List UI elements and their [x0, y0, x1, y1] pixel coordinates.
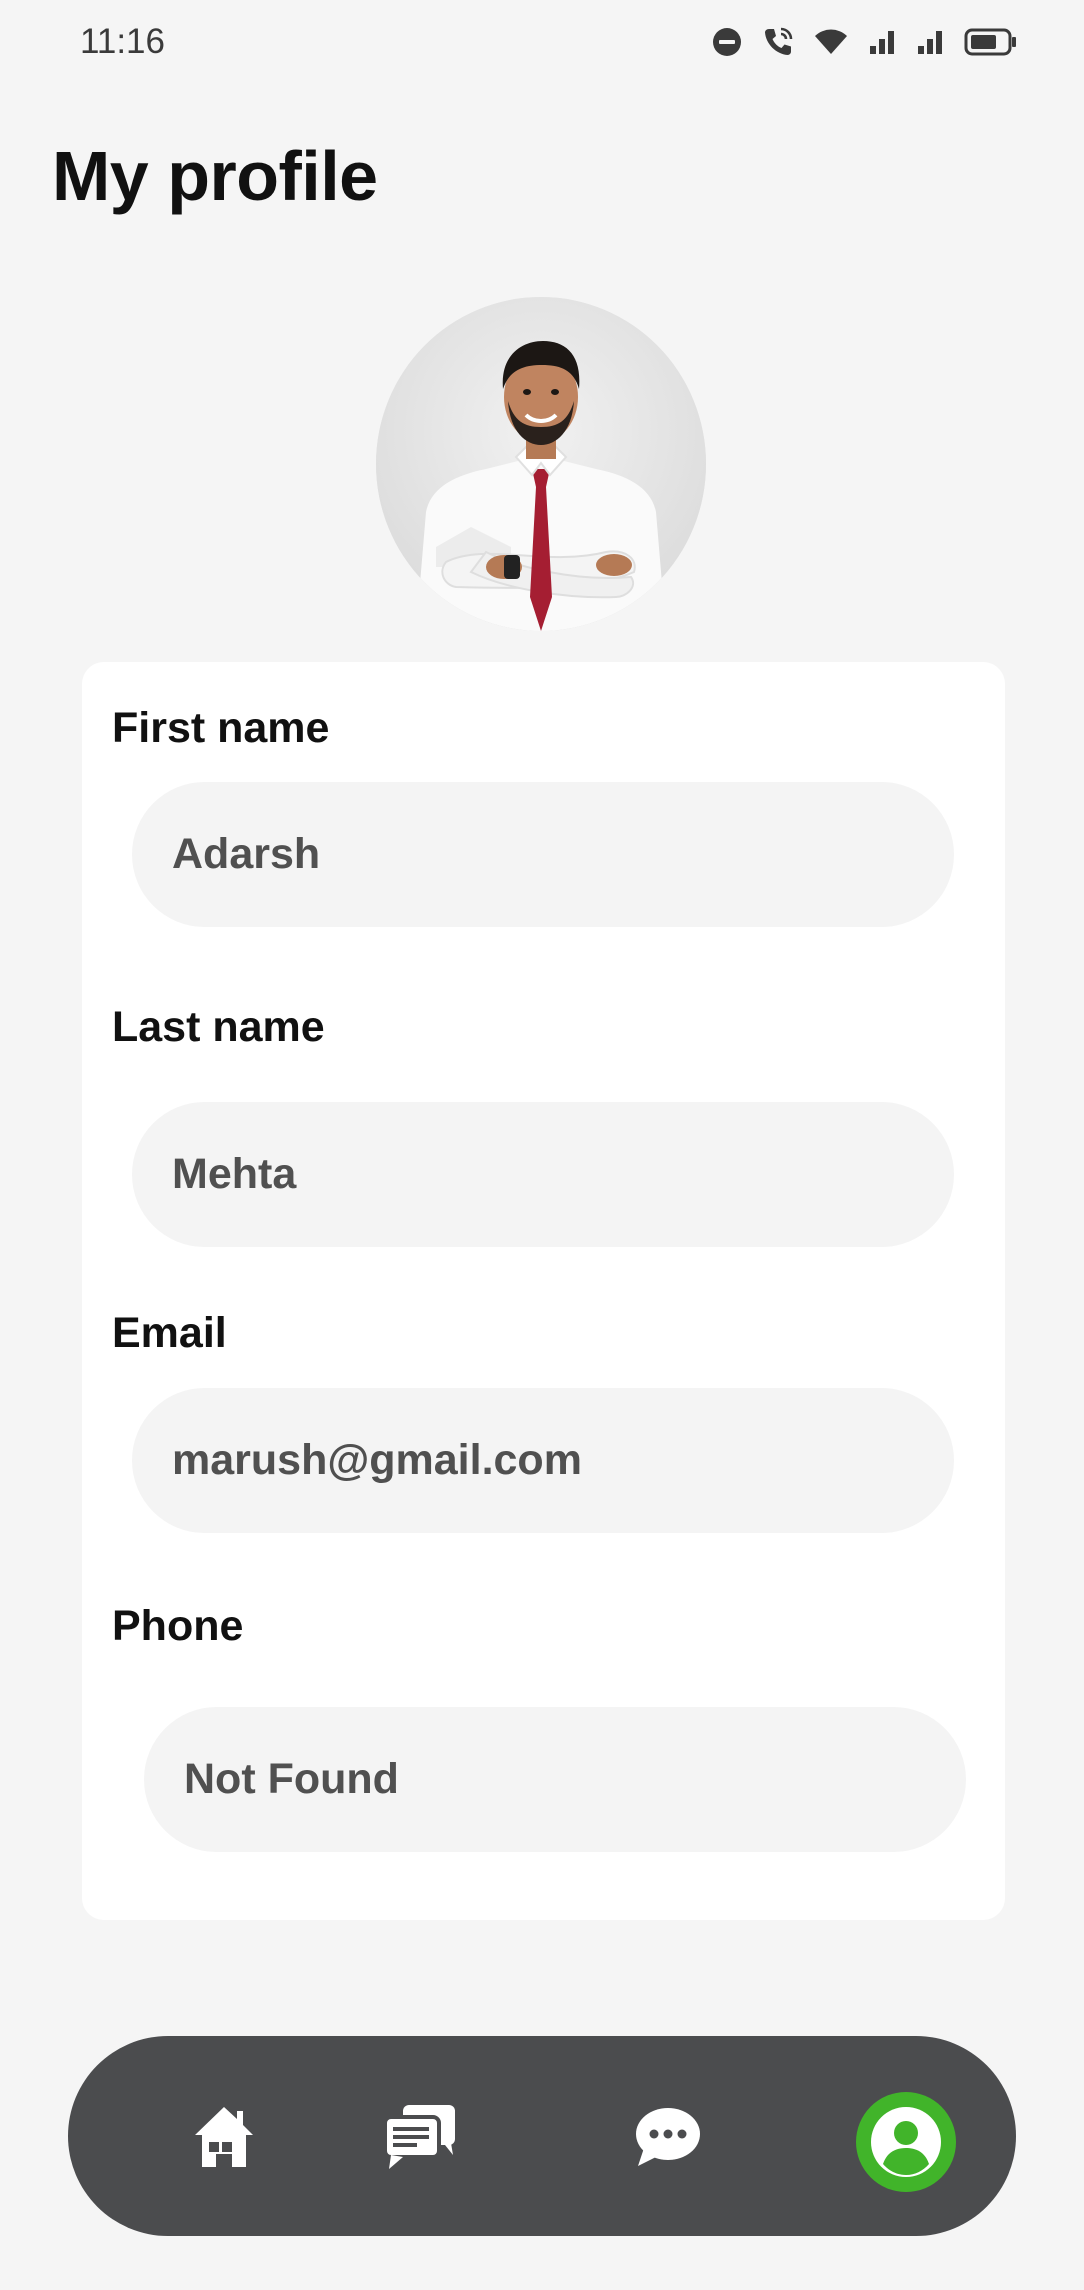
page-title: My profile: [52, 137, 378, 215]
nav-chat[interactable]: [628, 2102, 708, 2172]
profile-icon: [871, 2107, 941, 2177]
last-name-label: Last name: [112, 1003, 325, 1051]
status-icons: [712, 24, 1018, 60]
nav-forum[interactable]: [380, 2102, 460, 2172]
nav-home[interactable]: [184, 2102, 264, 2172]
do-not-disturb-icon: [713, 28, 741, 56]
first-name-label: First name: [112, 704, 330, 752]
bottom-nav-bar: [68, 2036, 1016, 2236]
last-name-field[interactable]: Mehta: [132, 1102, 954, 1247]
profile-form-card: First name Adarsh Last name Mehta Email …: [82, 662, 1005, 1920]
nav-profile[interactable]: [856, 2092, 956, 2192]
email-label: Email: [112, 1309, 227, 1357]
profile-screen: 11:16 My profile First name Adarsh Last …: [0, 0, 1084, 2290]
status-time: 11:16: [80, 22, 165, 61]
status-bar: 11:16: [0, 0, 1084, 84]
phone-label: Phone: [112, 1602, 244, 1650]
home-icon: [195, 2107, 253, 2167]
phone-field[interactable]: Not Found: [144, 1707, 966, 1852]
signal-icon: [918, 31, 942, 54]
signal-icon: [870, 31, 894, 54]
email-field[interactable]: marush@gmail.com: [132, 1388, 954, 1533]
battery-icon: [964, 28, 1016, 56]
chat-bubble-icon: [636, 2108, 700, 2166]
avatar[interactable]: [376, 297, 706, 631]
first-name-field[interactable]: Adarsh: [132, 782, 954, 927]
profile-photo: [376, 297, 706, 631]
wifi-icon: [815, 29, 847, 54]
wifi-calling-icon: [765, 27, 793, 55]
forum-icon: [383, 2105, 455, 2169]
